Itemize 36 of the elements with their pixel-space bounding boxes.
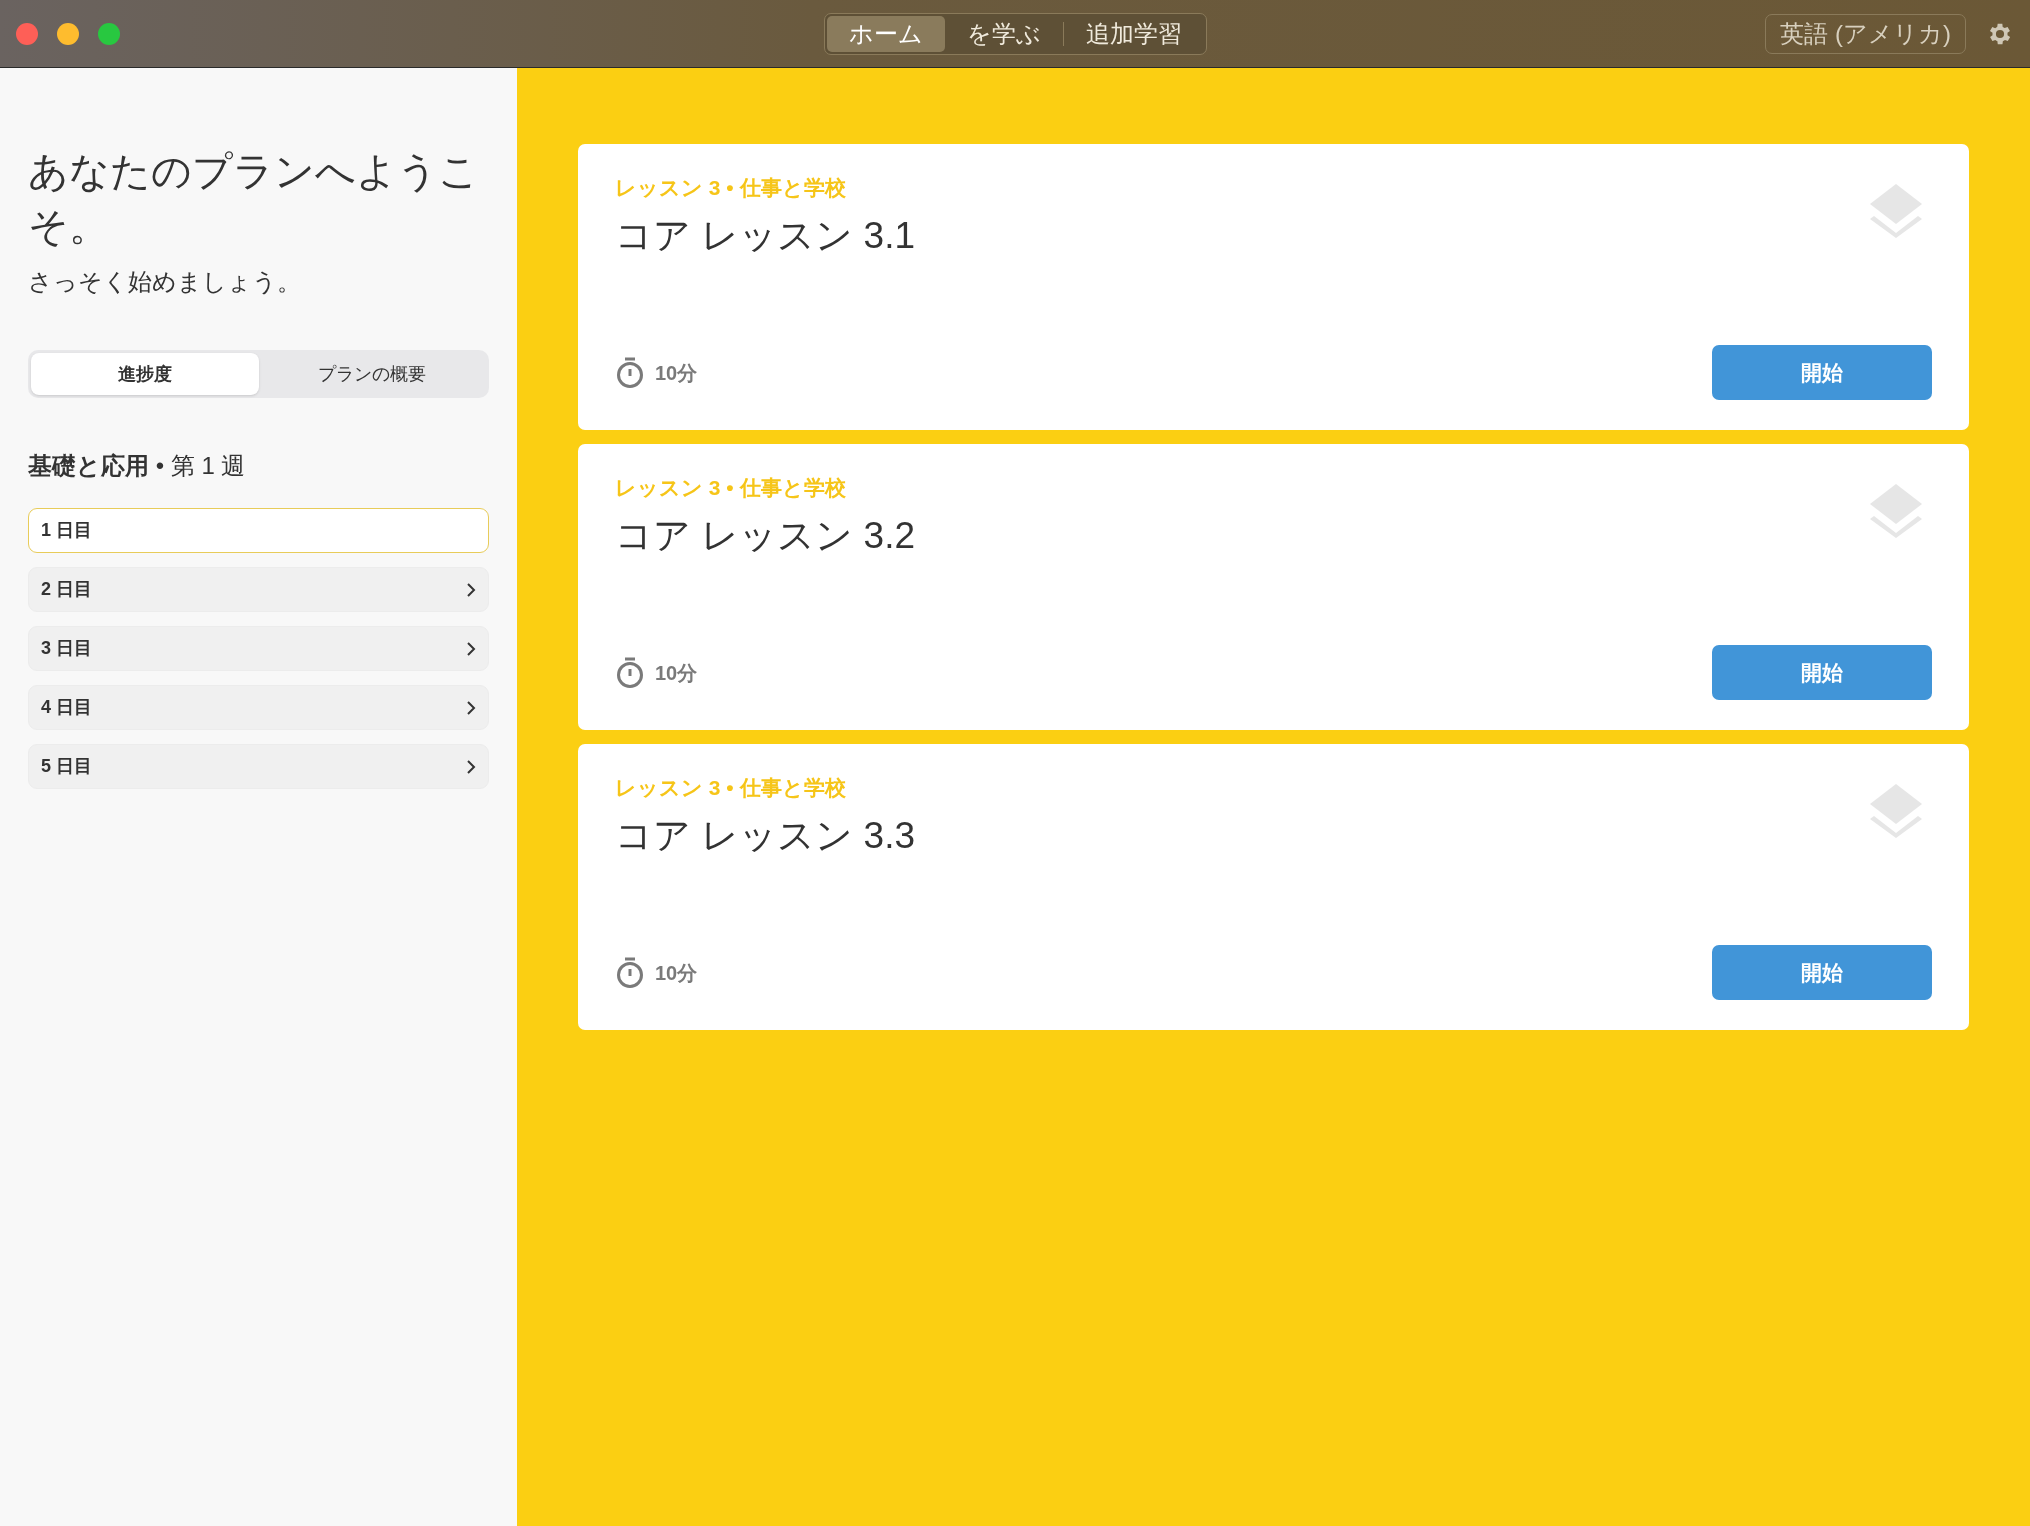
stopwatch-icon bbox=[615, 356, 645, 389]
lesson-title: コア レッスン 3.3 bbox=[615, 813, 915, 858]
nav-tab[interactable]: ホーム bbox=[826, 15, 945, 52]
segment-tab[interactable]: プランの概要 bbox=[258, 353, 486, 395]
day-item[interactable]: 2 日目 bbox=[28, 567, 489, 612]
lesson-category: レッスン 3 • 仕事と学校 bbox=[615, 475, 847, 501]
lesson-category: レッスン 3 • 仕事と学校 bbox=[615, 775, 847, 801]
lesson-duration: 10分 bbox=[655, 360, 698, 386]
chevron-right-icon bbox=[466, 640, 476, 657]
lesson-duration: 10分 bbox=[655, 660, 698, 686]
nav-tab[interactable]: を学ぶ bbox=[944, 15, 1063, 52]
layers-icon bbox=[1868, 482, 1924, 540]
lesson-duration: 10分 bbox=[655, 960, 698, 986]
lesson-category: レッスン 3 • 仕事と学校 bbox=[615, 175, 847, 201]
lesson-title: コア レッスン 3.2 bbox=[615, 513, 915, 558]
nav-tab[interactable]: 追加学習 bbox=[1063, 15, 1204, 52]
chevron-right-icon bbox=[466, 699, 476, 716]
day-item[interactable]: 3 日目 bbox=[28, 626, 489, 671]
welcome-title: あなたのプランへようこそ。 bbox=[28, 148, 480, 250]
layers-icon bbox=[1868, 782, 1924, 840]
zoom-window-button[interactable] bbox=[98, 22, 120, 45]
close-window-button[interactable] bbox=[16, 22, 38, 45]
stopwatch-icon bbox=[615, 656, 645, 689]
week-heading: 基礎と応用 • 第 1 週 bbox=[28, 451, 247, 481]
stopwatch-icon bbox=[615, 956, 645, 989]
lesson-title: コア レッスン 3.1 bbox=[615, 213, 915, 258]
day-item[interactable]: 1 日目 bbox=[28, 508, 489, 553]
chevron-right-icon bbox=[466, 581, 476, 598]
chevron-right-icon bbox=[466, 758, 476, 775]
layers-icon bbox=[1868, 182, 1924, 240]
day-item[interactable]: 4 日目 bbox=[28, 685, 489, 730]
day-item[interactable]: 5 日目 bbox=[28, 744, 489, 789]
minimize-window-button[interactable] bbox=[57, 22, 79, 45]
language-button[interactable]: 英語 (アメリカ) bbox=[1765, 13, 1966, 54]
welcome-subtitle: さっそく始めましょう。 bbox=[28, 267, 302, 297]
segment-tab[interactable]: 進捗度 bbox=[31, 353, 259, 395]
